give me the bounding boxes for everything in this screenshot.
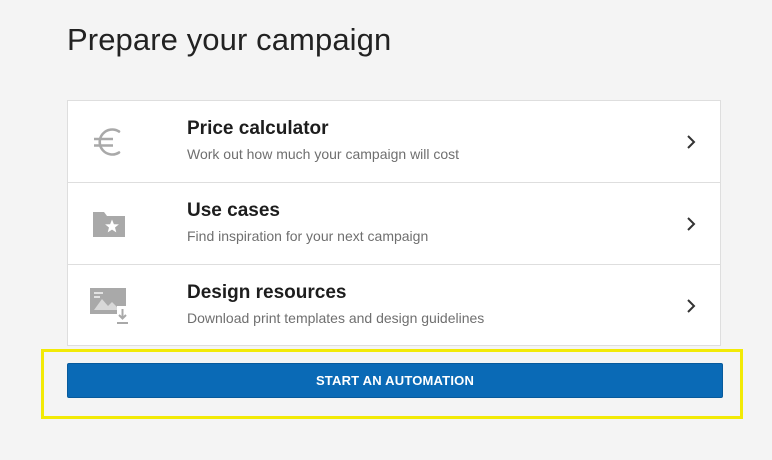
card-title: Price calculator [187,118,329,139]
chevron-right-icon[interactable] [686,216,696,232]
card-title: Use cases [187,200,280,221]
image-download-icon [86,283,132,329]
start-automation-button[interactable]: START AN AUTOMATION [67,363,723,398]
page-title: Prepare your campaign [67,22,392,57]
price-calculator-card[interactable]: Price calculator Work out how much your … [68,101,720,183]
chevron-right-icon[interactable] [686,134,696,150]
use-cases-card[interactable]: Use cases Find inspiration for your next… [68,183,720,265]
folder-star-icon [86,201,132,247]
design-resources-card[interactable]: Design resources Download print template… [68,265,720,347]
card-description: Work out how much your campaign will cos… [187,146,460,162]
resource-card-list: Price calculator Work out how much your … [67,100,721,346]
card-title: Design resources [187,282,347,303]
card-description: Download print templates and design guid… [187,310,485,326]
euro-icon [86,119,132,165]
card-description: Find inspiration for your next campaign [187,228,429,244]
chevron-right-icon[interactable] [686,298,696,314]
